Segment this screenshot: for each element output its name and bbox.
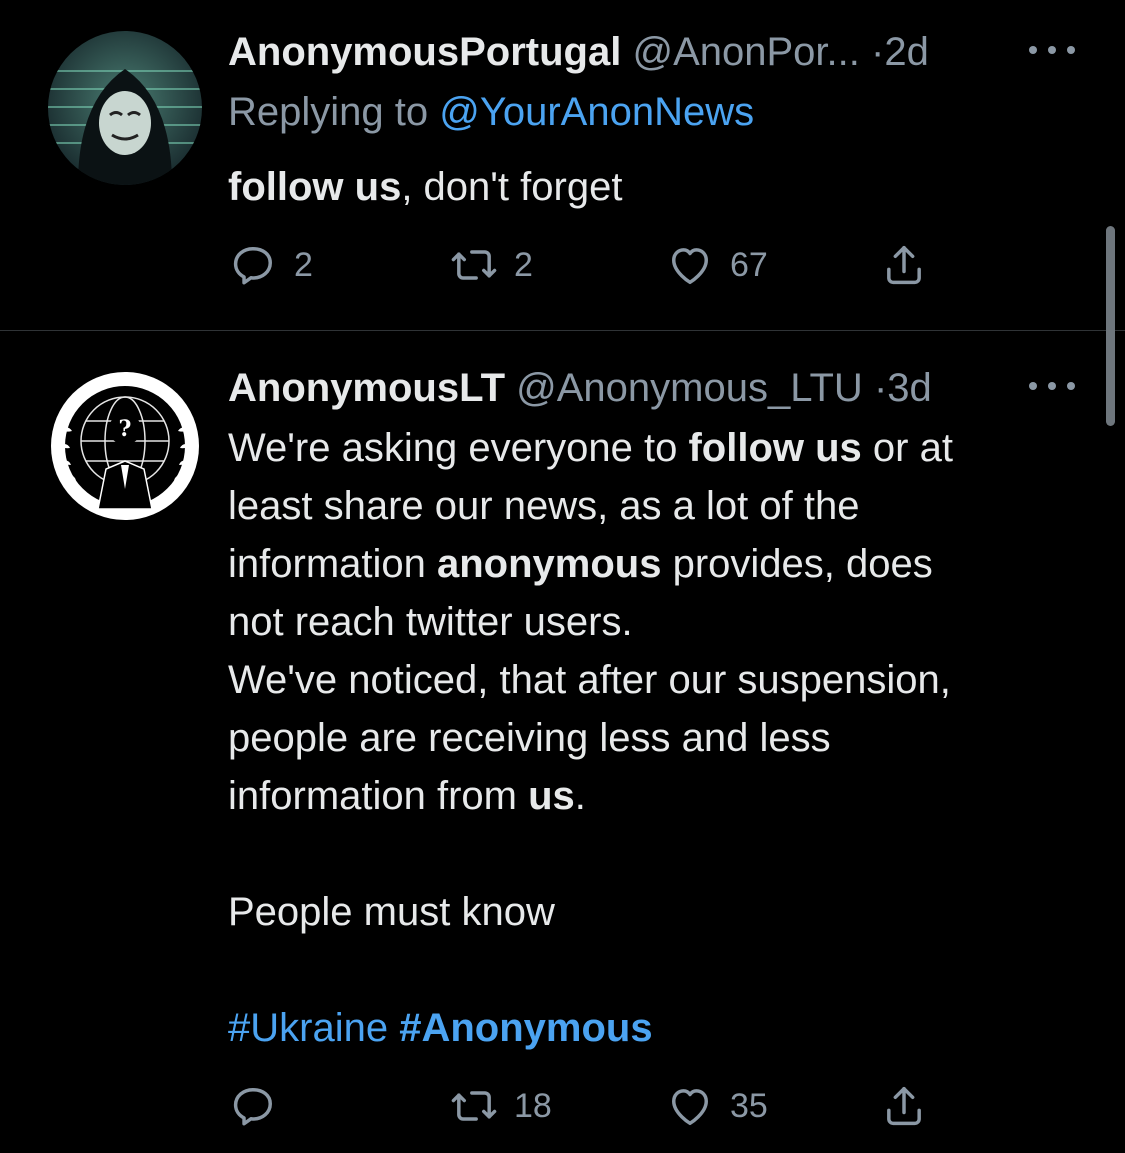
tweet-text: We're asking everyone to follow us or at… [228, 419, 1088, 1057]
scrollbar[interactable] [1106, 226, 1115, 426]
text: provides, does [661, 542, 933, 586]
text-line: We're asking everyone to follow us or at [228, 419, 1088, 477]
avatar[interactable] [48, 31, 202, 185]
bold-text: us [528, 774, 575, 818]
display-name[interactable]: AnonymousLT [228, 366, 505, 410]
tweet-actions: 18 35 [228, 1081, 948, 1131]
reply-icon [233, 247, 272, 285]
share-icon [887, 1086, 921, 1126]
reply-button[interactable] [228, 1081, 294, 1131]
tweet-actions: 2 2 67 [228, 240, 948, 290]
like-button[interactable]: 35 [664, 1081, 768, 1131]
heart-icon [672, 248, 708, 285]
share-button[interactable] [878, 1081, 930, 1131]
retweet-icon [451, 1091, 497, 1121]
text-line: People must know [228, 890, 555, 934]
share-button[interactable] [878, 240, 930, 290]
separator-dot: · [871, 30, 885, 74]
retweet-button[interactable]: 18 [448, 1081, 552, 1131]
timestamp[interactable]: 3d [887, 366, 932, 410]
text: information from [228, 774, 529, 818]
text-line: least share our news, as a lot of the [228, 484, 860, 528]
like-count: 35 [730, 1087, 768, 1125]
text: . [574, 774, 586, 818]
text: information [228, 542, 437, 586]
text: , don't forget [401, 165, 623, 209]
avatar[interactable]: ? [48, 369, 202, 523]
share-icon [887, 245, 921, 285]
display-name[interactable]: AnonymousPortugal [228, 30, 621, 74]
text-line: people are receiving less and less [228, 716, 831, 760]
like-count: 67 [730, 246, 768, 284]
more-options-icon[interactable] [1029, 25, 1075, 75]
replying-to-link[interactable]: @YourAnonNews [439, 90, 754, 134]
reply-count: 2 [294, 246, 313, 284]
user-handle[interactable]: @AnonPor... [632, 30, 859, 74]
text-line: We've noticed, that after our suspension… [228, 658, 951, 702]
retweet-count: 18 [514, 1087, 552, 1125]
bold-text: follow us [228, 165, 402, 209]
svg-text:?: ? [119, 416, 132, 442]
tweet-header: AnonymousLT @Anonymous_LTU ·3d [228, 363, 1065, 413]
replying-to: Replying to @YourAnonNews [228, 87, 754, 137]
text: We're asking everyone to [228, 426, 689, 470]
user-handle[interactable]: @Anonymous_LTU [516, 366, 863, 410]
text-line: information anonymous provides, does [228, 535, 1088, 593]
replying-prefix: Replying to [228, 90, 429, 134]
retweet-count: 2 [514, 246, 533, 284]
tweet-text: follow us, don't forget [228, 158, 1088, 216]
retweet-icon [451, 250, 497, 280]
text: or at [861, 426, 953, 470]
masked-figure-avatar-icon [48, 31, 202, 185]
bold-text: follow us [688, 426, 862, 470]
reply-icon [233, 1088, 272, 1126]
timestamp[interactable]: 2d [884, 30, 929, 74]
bold-text: anonymous [436, 542, 662, 586]
hashtag-line: #Ukraine #Anonymous [228, 999, 1088, 1057]
tweet[interactable]: AnonymousPortugal @AnonPor... ·2d Replyi… [0, 0, 1125, 330]
hashtag-link[interactable]: #Ukraine [228, 1006, 388, 1050]
heart-icon [672, 1089, 708, 1126]
retweet-button[interactable]: 2 [448, 240, 533, 290]
more-options-icon[interactable] [1029, 361, 1075, 411]
text-line: not reach twitter users. [228, 600, 633, 644]
tweet[interactable]: ? AnonymousLT @Anonymous_LTU ·3d We're a… [0, 331, 1125, 1153]
like-button[interactable]: 67 [664, 240, 768, 290]
reply-button[interactable]: 2 [228, 240, 313, 290]
separator-dot: · [873, 366, 888, 410]
text-line: information from us. [228, 767, 1088, 825]
anonymous-emblem-avatar-icon: ? [48, 369, 202, 523]
hashtag-link[interactable]: #Anonymous [399, 1006, 652, 1050]
tweet-header: AnonymousPortugal @AnonPor... ·2d [228, 27, 1065, 77]
